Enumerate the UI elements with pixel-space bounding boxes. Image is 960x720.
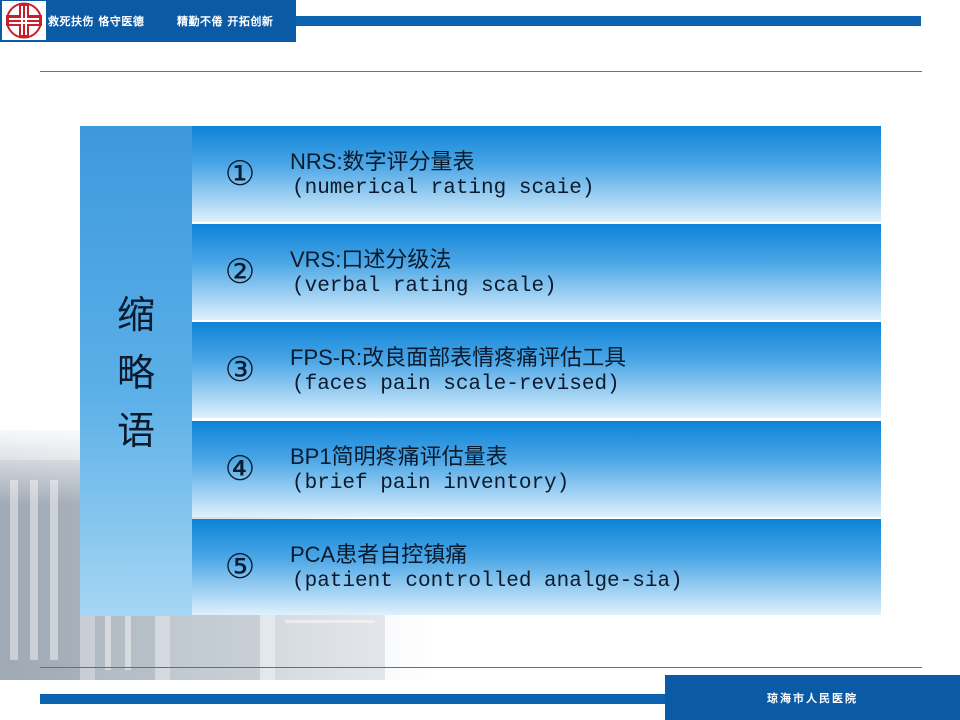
item-number: ④ (224, 449, 256, 489)
footer-bar (40, 694, 666, 704)
footer-org-name: 琼海市人民医院 (767, 692, 858, 705)
label-char-1: 缩 (116, 293, 155, 337)
item-title: VRS:口述分级法 (290, 247, 452, 272)
footer-divider (40, 667, 922, 668)
header-slogan-2: 精勤不倦 开拓创新 (177, 15, 274, 28)
header-slogan-1: 救死扶伤 恪守医德 (48, 15, 145, 28)
item-title: FPS-R:改良面部表情疼痛评估工具 (290, 345, 627, 370)
item-subtitle: (brief pain inventory) (292, 472, 570, 495)
item-number: ⑤ (224, 547, 256, 587)
item-number: ③ (224, 350, 256, 390)
item-subtitle: (numerical rating scaie) (292, 177, 595, 200)
list-item: ⑤ PCA患者自控镇痛 (patient controlled analge-s… (192, 519, 881, 615)
header-divider (40, 71, 922, 72)
label-char-2: 略 (116, 351, 155, 395)
header-bar (296, 16, 921, 26)
hospital-cross-logo-icon (6, 2, 42, 39)
item-number: ① (224, 154, 256, 194)
item-title: NRS:数字评分量表 (290, 149, 475, 174)
abbreviations-label-panel: 缩 略 语 (80, 126, 192, 616)
item-number: ② (224, 252, 256, 292)
list-item: ① NRS:数字评分量表 (numerical rating scaie) (192, 126, 881, 222)
label-char-3: 语 (116, 409, 155, 453)
list-item: ③ FPS-R:改良面部表情疼痛评估工具 (faces pain scale-r… (192, 322, 881, 418)
item-title: BP1简明疼痛评估量表 (290, 444, 508, 469)
list-item: ④ BP1简明疼痛评估量表 (brief pain inventory) (192, 421, 881, 517)
item-title: PCA患者自控镇痛 (290, 542, 468, 567)
abbreviations-label: 缩 略 语 (80, 286, 192, 460)
list-item: ② VRS:口述分级法 (verbal rating scale) (192, 224, 881, 320)
item-subtitle: (verbal rating scale) (292, 275, 557, 298)
footer-org-panel: 琼海市人民医院 (665, 675, 960, 720)
item-subtitle: (faces pain scale-revised) (292, 373, 620, 396)
abbreviation-list: ① NRS:数字评分量表 (numerical rating scaie) ② … (192, 126, 881, 616)
hospital-logo (2, 1, 46, 40)
item-subtitle: (patient controlled analge-sia) (292, 570, 683, 593)
header-logo-panel: 救死扶伤 恪守医德 精勤不倦 开拓创新 (0, 0, 296, 42)
